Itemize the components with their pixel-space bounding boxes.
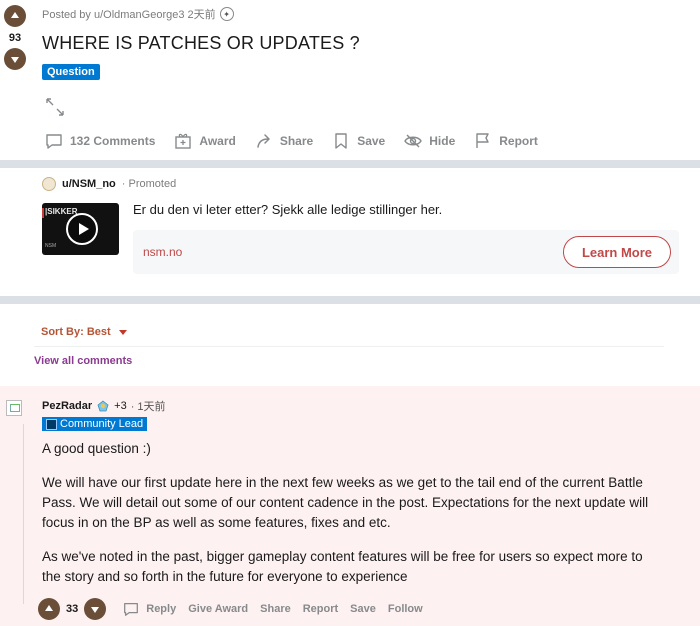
thumbnail-org: NSM [45,243,57,249]
post-card: 93 Posted by u/OldmanGeorge3 2天前 ✦ WHERE… [0,0,700,160]
post-meta: Posted by u/OldmanGeorge3 2天前 ✦ [42,6,234,22]
share-icon [257,134,270,148]
arrow-up-icon [11,12,19,18]
award-icon [175,133,192,149]
play-icon[interactable] [66,213,98,245]
promoted-tag: · Promoted [121,178,177,190]
comment-paragraph: As we've noted in the past, bigger gamep… [42,549,643,584]
share-button[interactable]: Share [254,131,313,151]
comment-share-button[interactable]: Share [260,603,291,615]
promoted-link-bar[interactable]: nsm.no Learn More [133,230,679,274]
award-badge-icon: ✦ [219,7,234,21]
promoted-domain[interactable]: nsm.no [143,245,182,259]
promoted-body[interactable]: Er du den vi leter etter? Sjekk alle led… [133,202,442,217]
section-divider [0,160,700,168]
post-vote-column: 93 [3,5,27,70]
award-button[interactable]: Award [173,131,236,151]
report-button[interactable]: Report [473,131,538,151]
share-label: Share [279,134,314,148]
sort-separator [34,346,664,347]
give-award-button[interactable]: Give Award [188,603,248,615]
post-meta-text: Posted by u/OldmanGeorge3 2天前 [42,9,216,21]
promoted-header: u/NSM_no · Promoted [42,177,176,191]
comment-paragraph: A good question :) [42,441,151,456]
report-label: Report [499,134,538,148]
promoted-username[interactable]: u/NSM_no [62,178,116,190]
arrow-down-icon [91,607,100,613]
expand-icon[interactable] [44,96,66,118]
follow-button[interactable]: Follow [388,603,423,615]
flair-label: Community Lead [60,418,144,430]
post-actions: 132 Comments Award Share Save Hide Repor… [44,131,556,151]
reply-button[interactable]: Reply [122,600,176,618]
caret-down-icon [118,329,127,335]
arrow-up-icon [45,605,53,611]
comment-report-button[interactable]: Report [303,603,338,615]
promoted-post: u/NSM_no · Promoted |SIKKER NSM Er du de… [0,168,700,296]
promoted-video-thumbnail[interactable]: |SIKKER NSM [42,203,119,255]
comment-username[interactable]: PezRadar [42,400,92,412]
comment-header: PezRadar +3 · 1天前 [42,398,166,414]
sort-dropdown[interactable]: Sort By: Best [41,326,127,338]
thread-line[interactable] [23,424,24,604]
post-title[interactable]: WHERE IS PATCHES OR UPDATES ? [42,33,360,54]
flair-badge-icon [46,418,57,430]
post-vote-count: 93 [8,32,22,44]
comment-body: A good question :) We will have our firs… [42,439,662,601]
comment-icon [46,134,62,149]
downvote-button[interactable] [4,48,26,70]
sort-label: Sort By: Best [41,326,111,338]
broken-avatar-icon [6,400,22,416]
post-flair[interactable]: Question [42,64,100,80]
arrow-down-icon [11,57,19,63]
promoted-avatar[interactable] [42,177,56,191]
learn-more-button[interactable]: Learn More [563,236,671,268]
eye-slash-icon [404,134,423,148]
comment-icon [124,602,139,616]
comment-paragraph: We will have our first update here in th… [42,475,649,530]
comment-save-button[interactable]: Save [350,603,376,615]
community-lead-flair: Community Lead [42,417,148,431]
flag-icon [476,133,489,148]
award-label: Award [199,134,236,148]
comment-time: · 1天前 [130,401,166,413]
section-divider [0,296,700,304]
comment-actions: 33 Reply Give Award Share Report Save Fo… [38,598,423,620]
upvote-button[interactable] [4,5,26,27]
comments-label: 132 Comments [70,134,156,148]
thumbnail-accent-bar [42,208,44,218]
reply-label: Reply [146,603,177,615]
hide-label: Hide [429,134,456,148]
comment-card: PezRadar +3 · 1天前 Community Lead A good … [0,386,700,626]
comment-downvote-button[interactable] [84,598,107,620]
view-all-comments-link[interactable]: View all comments [34,355,132,367]
user-badge-icon [97,400,109,412]
comment-upvote-button[interactable] [38,598,60,620]
bookmark-icon [335,133,347,149]
comment-karma: +3 [114,400,127,412]
comment-vote-count: 33 [66,603,79,615]
save-button[interactable]: Save [331,131,385,151]
save-label: Save [357,134,386,148]
hide-button[interactable]: Hide [403,131,455,151]
comments-button[interactable]: 132 Comments [44,131,155,151]
